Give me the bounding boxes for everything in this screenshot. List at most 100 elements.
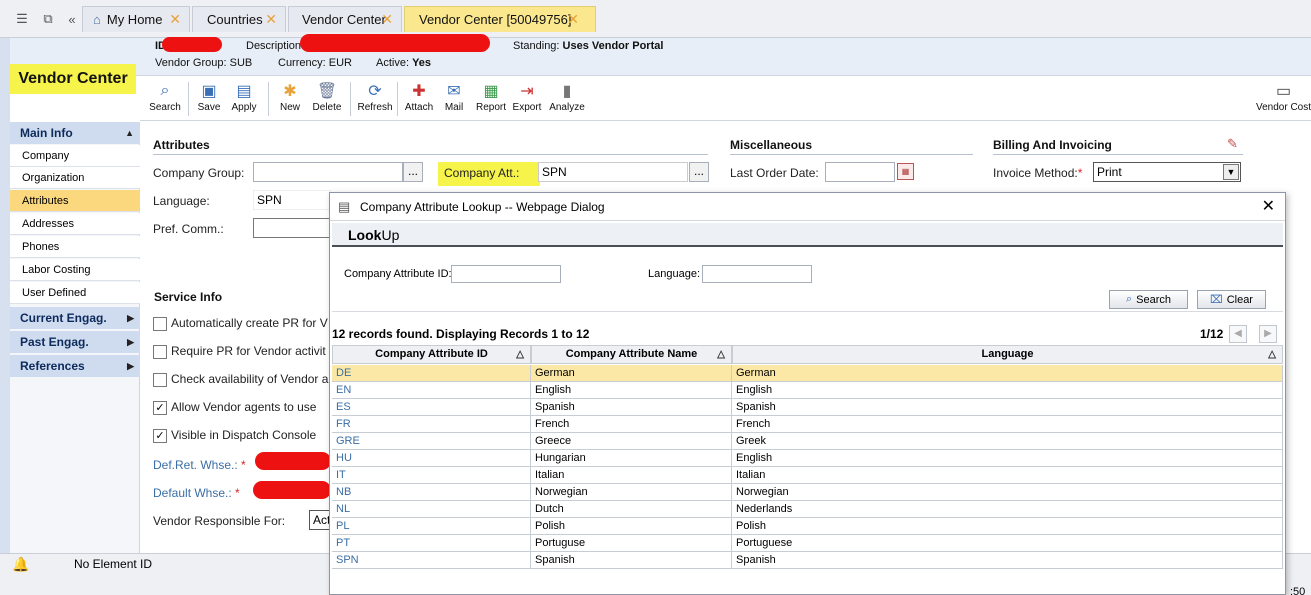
- invoice-method-select[interactable]: Print ▼: [1093, 162, 1241, 182]
- attribute-id-cell[interactable]: NL: [332, 501, 531, 517]
- table-row[interactable]: PL Polish Polish: [332, 518, 1283, 535]
- def-ret-whse-label-wrap[interactable]: Def.Ret. Whse.: *: [153, 458, 246, 472]
- delete-button[interactable]: 🗑 Delete: [312, 80, 342, 118]
- eraser-icon[interactable]: ✎: [1227, 136, 1238, 152]
- checkbox-allow-vendor-agents[interactable]: ✓: [153, 401, 167, 415]
- tab-vendor-center-50049756[interactable]: Vendor Center [50049756] ✕: [404, 6, 596, 32]
- sidebar-item-phones[interactable]: Phones: [10, 236, 140, 258]
- save-button[interactable]: ▣ Save: [194, 80, 224, 118]
- attribute-id-cell[interactable]: HU: [332, 450, 531, 466]
- close-icon[interactable]: ✕: [169, 11, 181, 28]
- menu-icon[interactable]: ☰: [14, 11, 30, 27]
- close-icon[interactable]: ✕: [265, 11, 277, 28]
- sidebar-item-addresses[interactable]: Addresses: [10, 213, 140, 235]
- sidebar-section-references[interactable]: References ▶: [10, 355, 140, 377]
- required-marker: *: [241, 458, 246, 472]
- close-icon[interactable]: ✕: [567, 11, 579, 28]
- sidebar-item-organization[interactable]: Organization: [10, 167, 140, 189]
- attribute-id-cell[interactable]: GRE: [332, 433, 531, 449]
- search-button[interactable]: ⌕ Search: [148, 80, 182, 118]
- company-attribute-id-input[interactable]: [451, 265, 561, 283]
- default-whse-label-wrap[interactable]: Default Whse.: *: [153, 486, 240, 500]
- last-order-date-input[interactable]: [825, 162, 895, 182]
- attribute-id-cell[interactable]: DE: [332, 365, 531, 381]
- sidebar-section-label: References: [20, 359, 85, 373]
- table-row[interactable]: FR French French: [332, 416, 1283, 433]
- attribute-id-cell[interactable]: NB: [332, 484, 531, 500]
- tab-countries[interactable]: Countries ✕: [192, 6, 286, 32]
- table-row[interactable]: GRE Greece Greek: [332, 433, 1283, 450]
- refresh-button[interactable]: ⟳ Refresh: [357, 80, 393, 118]
- vendor-group-value: SUB: [229, 57, 253, 69]
- company-group-input[interactable]: [253, 162, 403, 182]
- prev-page-button[interactable]: ◀: [1229, 325, 1247, 343]
- column-header-attribute-name[interactable]: Company Attribute Name △: [531, 345, 732, 364]
- new-button[interactable]: ✱ New: [276, 80, 304, 118]
- sidebar-section-current-engag[interactable]: Current Engag. ▶: [10, 307, 140, 329]
- table-row[interactable]: IT Italian Italian: [332, 467, 1283, 484]
- company-att-lookup-button[interactable]: ...: [689, 162, 709, 182]
- search-button[interactable]: ⌕ Search: [1109, 290, 1188, 309]
- require-pr-label: Require PR for Vendor activit: [171, 344, 326, 358]
- language-input[interactable]: [702, 265, 812, 283]
- table-row[interactable]: ES Spanish Spanish: [332, 399, 1283, 416]
- def-ret-whse-label: Def.Ret. Whse.:: [153, 458, 238, 472]
- table-row[interactable]: HU Hungarian English: [332, 450, 1283, 467]
- mail-button[interactable]: ✉ Mail: [441, 80, 467, 118]
- company-att-input[interactable]: SPN: [538, 162, 688, 182]
- report-button[interactable]: ▦ Report: [475, 80, 507, 118]
- tab-my-home[interactable]: ⌂ My Home ✕: [82, 6, 190, 32]
- tab-vendor-center[interactable]: Vendor Center ✕: [288, 6, 402, 32]
- language-input[interactable]: SPN: [253, 190, 331, 210]
- checkbox-check-availability[interactable]: [153, 373, 167, 387]
- new-window-icon[interactable]: ⧉: [40, 11, 56, 27]
- table-row[interactable]: EN English English: [332, 382, 1283, 399]
- close-icon[interactable]: ✕: [1262, 193, 1275, 221]
- apply-button[interactable]: ▤ Apply: [228, 80, 260, 118]
- sidebar-section-main-info[interactable]: Main Info ▲: [10, 122, 140, 144]
- clear-button[interactable]: ⌧ Clear: [1197, 290, 1266, 309]
- column-header-language[interactable]: Language △: [732, 345, 1283, 364]
- divider: [730, 154, 973, 155]
- column-header-attribute-id[interactable]: Company Attribute ID △: [332, 345, 531, 364]
- export-button[interactable]: ⇥ Export: [511, 80, 543, 118]
- attribute-id-cell[interactable]: PL: [332, 518, 531, 534]
- checkbox-visible-dispatch[interactable]: ✓: [153, 429, 167, 443]
- chevron-down-icon[interactable]: ▼: [1223, 164, 1239, 180]
- sidebar-item-labor-costing[interactable]: Labor Costing: [10, 259, 140, 281]
- checkbox-auto-create-pr[interactable]: [153, 317, 167, 331]
- bell-icon[interactable]: 🔔: [12, 556, 29, 573]
- analyze-button[interactable]: ▮ Analyze: [548, 80, 586, 118]
- attribute-id-cell[interactable]: FR: [332, 416, 531, 432]
- apply-icon: ▤: [236, 83, 252, 100]
- status-time-fragment: :50 P: [1290, 586, 1306, 595]
- attribute-id-cell[interactable]: ES: [332, 399, 531, 415]
- attribute-id-cell[interactable]: EN: [332, 382, 531, 398]
- collapse-left-icon[interactable]: «: [64, 11, 80, 27]
- attach-button[interactable]: ✚ Attach: [403, 80, 435, 118]
- table-row[interactable]: SPN Spanish Spanish: [332, 552, 1283, 569]
- attribute-id-cell[interactable]: IT: [332, 467, 531, 483]
- sidebar-item-attributes[interactable]: Attributes: [10, 190, 140, 212]
- vendor-responsible-select[interactable]: Act: [309, 510, 331, 530]
- table-row[interactable]: DE German German: [332, 365, 1283, 382]
- calendar-icon[interactable]: ▦: [897, 163, 914, 180]
- table-row[interactable]: NB Norwegian Norwegian: [332, 484, 1283, 501]
- attribute-id-cell[interactable]: PT: [332, 535, 531, 551]
- pref-comm-select[interactable]: [253, 218, 331, 238]
- next-page-button[interactable]: ▶: [1259, 325, 1277, 343]
- company-group-lookup-button[interactable]: ...: [403, 162, 423, 182]
- table-row[interactable]: PT Portuguse Portuguese: [332, 535, 1283, 552]
- sidebar-item-company[interactable]: Company: [10, 145, 140, 167]
- sidebar-section-past-engag[interactable]: Past Engag. ▶: [10, 331, 140, 353]
- vendor-cost-button[interactable]: ▭ Vendor Cost: [1256, 80, 1311, 118]
- sidebar-item-user-defined[interactable]: User Defined: [10, 282, 140, 304]
- left-edge: [0, 38, 10, 553]
- divider: [153, 154, 708, 155]
- table-row[interactable]: NL Dutch Nederlands: [332, 501, 1283, 518]
- close-icon[interactable]: ✕: [381, 11, 393, 28]
- analyze-icon: ▮: [562, 83, 572, 100]
- attribute-name-cell: Spanish: [531, 399, 732, 415]
- attribute-id-cell[interactable]: SPN: [332, 552, 531, 568]
- checkbox-require-pr[interactable]: [153, 345, 167, 359]
